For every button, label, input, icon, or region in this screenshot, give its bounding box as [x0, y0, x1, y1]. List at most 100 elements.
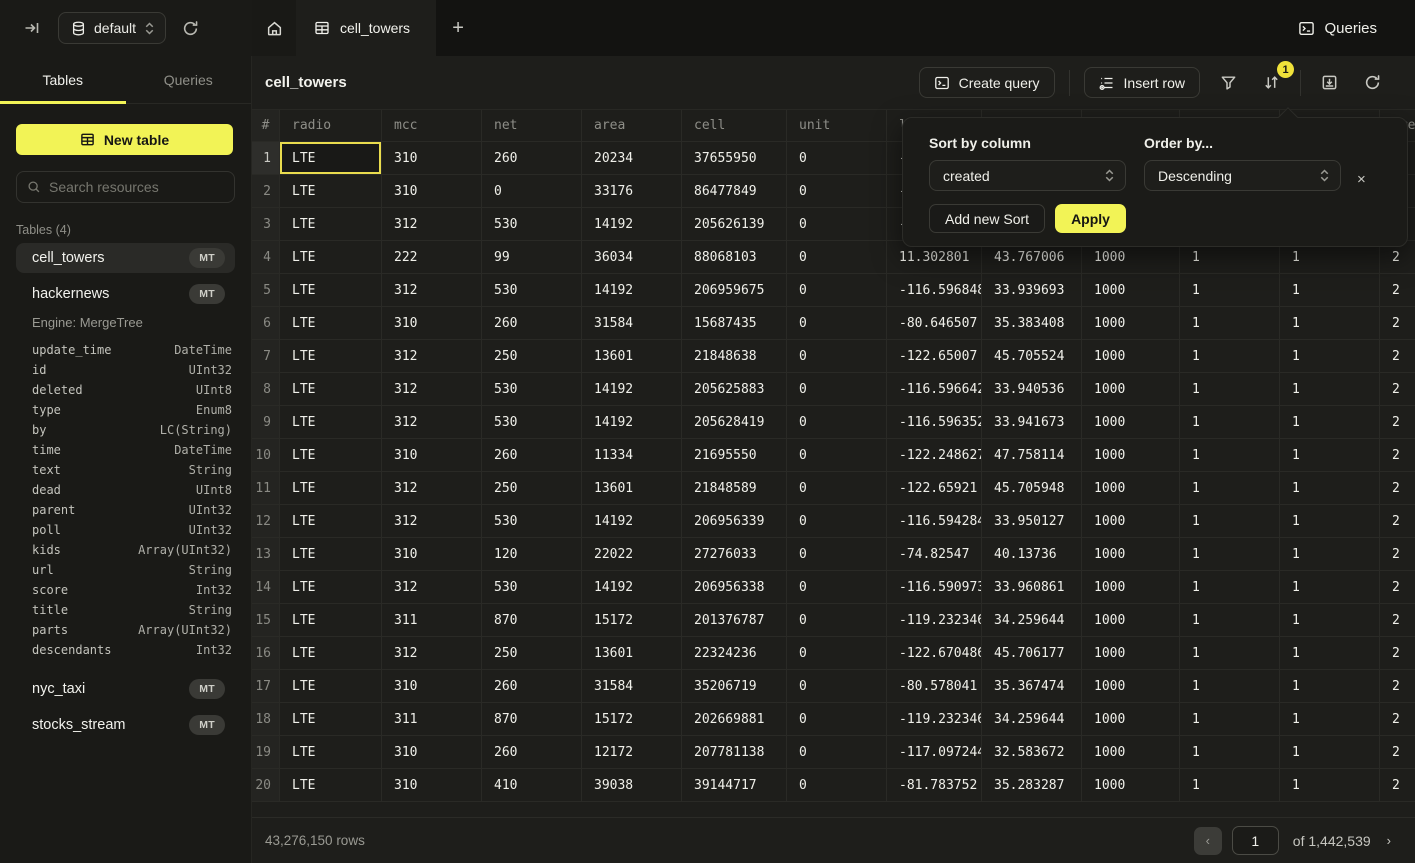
column-header[interactable]: mcc	[382, 110, 482, 142]
table-cell[interactable]: -116.590973	[887, 571, 982, 604]
previous-page-button[interactable]: ‹	[1194, 827, 1222, 855]
table-cell[interactable]: 1	[1280, 637, 1380, 670]
table-cell[interactable]: 0	[787, 142, 887, 175]
table-cell[interactable]: 15687435	[682, 307, 787, 340]
table-cell[interactable]: 1000	[1082, 670, 1180, 703]
table-cell[interactable]: 12172	[582, 736, 682, 769]
table-cell[interactable]: 206959675	[682, 274, 787, 307]
table-cell[interactable]: 206956338	[682, 571, 787, 604]
collapse-sidebar-button[interactable]	[20, 16, 44, 40]
table-cell[interactable]: LTE	[280, 538, 382, 571]
table-cell[interactable]: 1	[1180, 571, 1280, 604]
table-cell[interactable]: 0	[787, 439, 887, 472]
table-cell[interactable]: 1000	[1082, 307, 1180, 340]
table-cell[interactable]: LTE	[280, 142, 382, 175]
table-cell[interactable]: 11334	[582, 439, 682, 472]
table-cell[interactable]: 34.259644	[982, 604, 1082, 637]
table-cell[interactable]: LTE	[280, 703, 382, 736]
table-cell[interactable]: 33176	[582, 175, 682, 208]
table-cell[interactable]: 32.583672	[982, 736, 1082, 769]
table-cell[interactable]: LTE	[280, 637, 382, 670]
table-cell[interactable]: 99	[482, 241, 582, 274]
table-cell[interactable]: 15172	[582, 604, 682, 637]
table-cell[interactable]: 1	[1180, 538, 1280, 571]
table-cell[interactable]: -122.248627	[887, 439, 982, 472]
table-cell[interactable]: 1000	[1082, 274, 1180, 307]
table-cell[interactable]: 1	[1180, 307, 1280, 340]
table-cell[interactable]: 88068103	[682, 241, 787, 274]
table-cell[interactable]: -80.646507	[887, 307, 982, 340]
table-cell[interactable]: 250	[482, 472, 582, 505]
table-cell[interactable]: 0	[787, 274, 887, 307]
table-cell[interactable]: 39038	[582, 769, 682, 802]
table-cell[interactable]: 870	[482, 703, 582, 736]
tab-cell-towers[interactable]: cell_towers	[296, 0, 436, 56]
column-header[interactable]: net	[482, 110, 582, 142]
sidebar-item-stocks-stream[interactable]: stocks_stream MT	[16, 710, 235, 740]
queries-button[interactable]: Queries	[1298, 0, 1415, 56]
table-cell[interactable]: 250	[482, 340, 582, 373]
table-cell[interactable]: 2	[1380, 307, 1415, 340]
sidebar-item-hackernews[interactable]: hackernews MT	[16, 279, 235, 309]
table-cell[interactable]: 1000	[1082, 637, 1180, 670]
table-cell[interactable]: 1	[1280, 340, 1380, 373]
table-cell[interactable]: 33.941673	[982, 406, 1082, 439]
table-cell[interactable]: -119.232346	[887, 703, 982, 736]
table-cell[interactable]: 2	[1380, 274, 1415, 307]
table-cell[interactable]: 201376787	[682, 604, 787, 637]
table-cell[interactable]: 0	[787, 736, 887, 769]
table-cell[interactable]: 2	[1380, 604, 1415, 637]
table-cell[interactable]: 1	[1180, 670, 1280, 703]
table-cell[interactable]: 120	[482, 538, 582, 571]
table-cell[interactable]: 260	[482, 307, 582, 340]
table-cell[interactable]: 207781138	[682, 736, 787, 769]
table-cell[interactable]: 1	[1180, 769, 1280, 802]
table-cell[interactable]: 35.367474	[982, 670, 1082, 703]
download-button[interactable]	[1315, 68, 1344, 97]
new-table-button[interactable]: New table	[16, 124, 233, 155]
table-cell[interactable]: 2	[1380, 373, 1415, 406]
column-header[interactable]: cell	[682, 110, 787, 142]
table-cell[interactable]: -122.65007	[887, 340, 982, 373]
table-cell[interactable]: 1	[1280, 505, 1380, 538]
table-cell[interactable]: 31584	[582, 670, 682, 703]
table-cell[interactable]: 37655950	[682, 142, 787, 175]
insert-row-button[interactable]: Insert row	[1084, 67, 1200, 98]
table-cell[interactable]: 2	[1380, 736, 1415, 769]
table-cell[interactable]: 1000	[1082, 538, 1180, 571]
table-cell[interactable]: 0	[787, 373, 887, 406]
table-cell[interactable]: 310	[382, 439, 482, 472]
table-cell[interactable]: 86477849	[682, 175, 787, 208]
table-cell[interactable]: 21848589	[682, 472, 787, 505]
table-cell[interactable]: 0	[787, 406, 887, 439]
table-cell[interactable]: 2	[1380, 406, 1415, 439]
column-header[interactable]: area	[582, 110, 682, 142]
table-cell[interactable]: 2	[1380, 571, 1415, 604]
table-cell[interactable]: 1000	[1082, 571, 1180, 604]
table-cell[interactable]: 1	[1180, 637, 1280, 670]
table-cell[interactable]: 1000	[1082, 406, 1180, 439]
table-cell[interactable]: 1	[1180, 340, 1280, 373]
table-cell[interactable]: LTE	[280, 274, 382, 307]
table-cell[interactable]: 0	[787, 307, 887, 340]
table-cell[interactable]: 310	[382, 736, 482, 769]
table-cell[interactable]: 1	[1180, 373, 1280, 406]
table-cell[interactable]: 2	[1380, 439, 1415, 472]
table-cell[interactable]: 530	[482, 505, 582, 538]
table-cell[interactable]: 250	[482, 637, 582, 670]
table-cell[interactable]: LTE	[280, 472, 382, 505]
table-cell[interactable]: -119.232346	[887, 604, 982, 637]
sort-column-select[interactable]: created	[929, 160, 1126, 191]
table-cell[interactable]: -81.783752	[887, 769, 982, 802]
table-cell[interactable]: 27276033	[682, 538, 787, 571]
table-cell[interactable]: -116.594284	[887, 505, 982, 538]
table-cell[interactable]: 1	[1280, 703, 1380, 736]
table-cell[interactable]: 1000	[1082, 505, 1180, 538]
database-selector[interactable]: default	[58, 12, 166, 44]
table-cell[interactable]: -116.596352	[887, 406, 982, 439]
table-cell[interactable]: 312	[382, 373, 482, 406]
table-cell[interactable]: LTE	[280, 175, 382, 208]
column-header[interactable]: unit	[787, 110, 887, 142]
table-cell[interactable]: 0	[787, 571, 887, 604]
table-cell[interactable]: -116.596642	[887, 373, 982, 406]
